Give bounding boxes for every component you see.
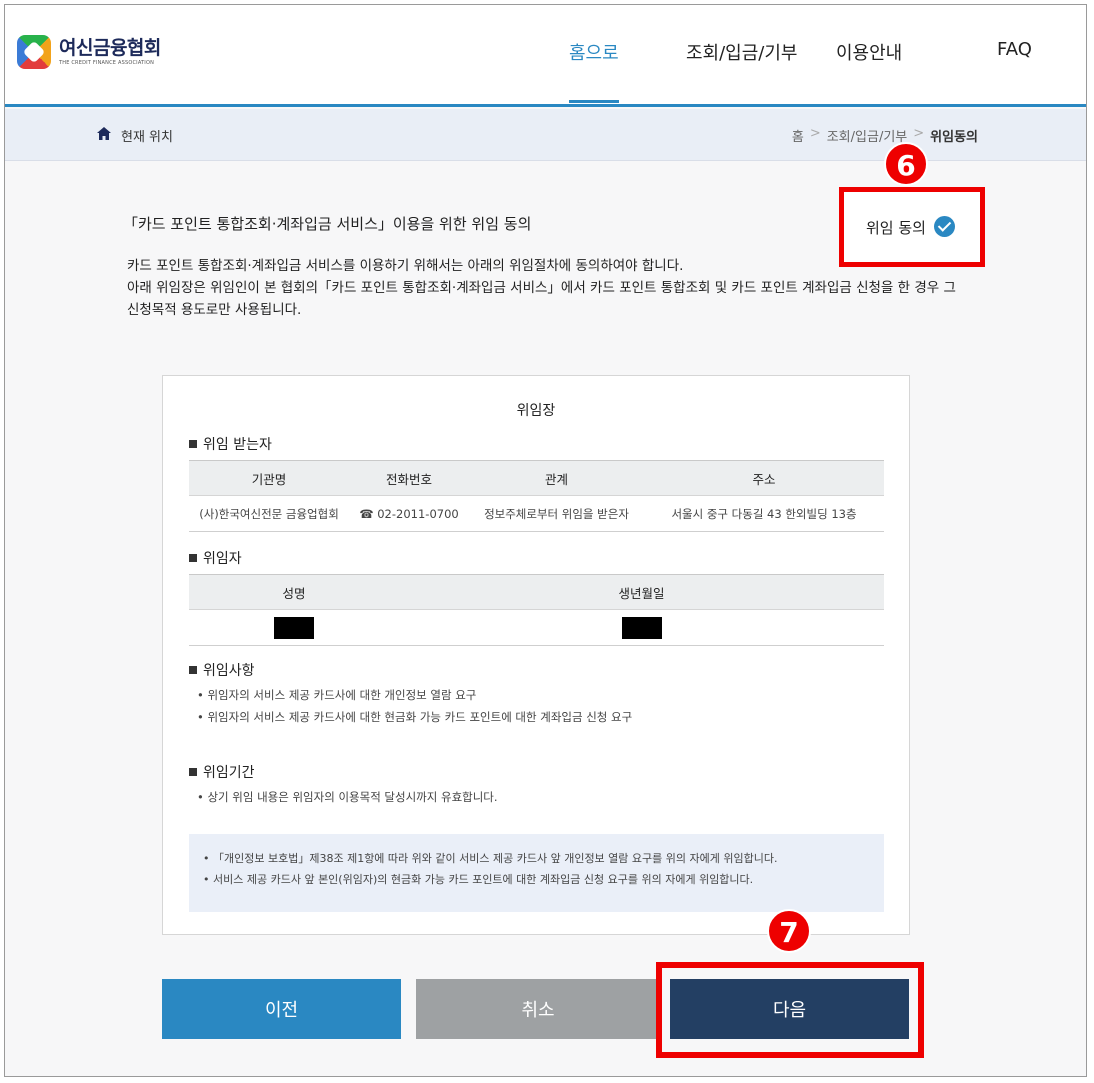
document-title: 위임장 [516,403,556,419]
matters-list: 위임자의 서비스 제공 카드사에 대한 개인정보 열람 요구 위임자의 서비스 … [197,684,632,728]
nav-active-indicator [569,100,619,103]
intro-desc-line-1: 카드 포인트 통합조회·계좌입금 서비스를 이용하기 위해서는 아래의 위임절차… [127,258,684,274]
table-cell: (사)한국여신전문 금융업협회 [189,495,349,532]
breadcrumb: 홈 > 조회/입금/기부 > 위임동의 [792,126,978,145]
period-list: 상기 위임 내용은 위임자의 이용목적 달성시까지 유효합니다. [197,786,497,808]
breadcrumb-current: 위임동의 [930,130,978,145]
list-item: 상기 위임 내용은 위임자의 이용목적 달성시까지 유효합니다. [197,786,497,808]
table-row: (사)한국여신전문 금융업협회 ☎ 02-2011-0700 정보주체로부터 위… [189,495,884,532]
logo-name-en: THE CREDIT FINANCE ASSOCIATION [59,60,155,66]
breadcrumb-lookup[interactable]: 조회/입금/기부 [827,126,908,145]
breadcrumb-home[interactable]: 홈 [792,126,804,145]
table-header: 전화번호 [349,460,469,496]
redaction-block [274,616,314,639]
site-logo[interactable]: 여신금융협회 THE CREDIT FINANCE ASSOCIATION [17,35,161,69]
table-header-row: 기관명 전화번호 관계 주소 [189,460,884,496]
table-header: 기관명 [189,460,349,496]
section-title-period: 위임기간 [189,762,255,782]
table-header: 성명 [189,574,399,610]
redaction-block [621,616,662,639]
list-item: 위임자의 서비스 제공 카드사에 대한 개인정보 열람 요구 [197,684,632,706]
next-button[interactable]: 다음 [670,979,909,1039]
nav-item-faq[interactable]: FAQ [997,39,1032,60]
breadcrumb-separator-icon: > [809,126,821,141]
recipient-table: 기관명 전화번호 관계 주소 (사)한국여신전문 금융업협회 ☎ 02-2011… [189,460,884,532]
table-cell: 서울시 중구 다동길 43 한외빌딩 13층 [644,495,884,532]
delegator-table: 성명 생년월일 [189,574,884,646]
section-title-delegator: 위임자 [189,548,242,568]
table-header: 주소 [644,460,884,496]
proxy-document: 위임장 위임 받는자 기관명 전화번호 관계 주소 (사)한국여신전문 금융업협… [162,375,910,935]
section-title-recipient: 위임 받는자 [189,434,272,454]
list-item: 서비스 제공 카드사 앞 본인(위임자)의 현금화 가능 카드 포인트에 대한 … [203,869,870,890]
logo-name-ko: 여신금융협회 [59,37,161,59]
breadcrumb-separator-icon: > [913,126,925,141]
table-row [189,609,884,646]
check-circle-icon[interactable] [934,216,955,237]
section-title-matters: 위임사항 [189,660,255,680]
logo-mark-icon [17,35,51,69]
nav-item-lookup[interactable]: 조회/입금/기부 [686,39,798,65]
current-location-label: 현재 위치 [121,130,173,145]
redacted-birthdate-cell [399,609,884,646]
nav-item-home[interactable]: 홈으로 [569,39,619,65]
table-header: 관계 [469,460,644,496]
table-cell: 정보주체로부터 위임을 받은자 [469,495,644,532]
app-window: 여신금융협회 THE CREDIT FINANCE ASSOCIATION 홈으… [4,4,1087,1077]
annotation-badge-7: 7 [767,909,811,953]
prev-button[interactable]: 이전 [162,979,401,1039]
table-cell: ☎ 02-2011-0700 [349,495,469,532]
legal-notice-box: 「개인정보 보호법」제38조 제1항에 따라 위와 같이 서비스 제공 카드사 … [189,834,884,912]
list-item: 위임자의 서비스 제공 카드사에 대한 현금화 가능 카드 포인트에 대한 계좌… [197,706,632,728]
list-item: 「개인정보 보호법」제38조 제1항에 따라 위와 같이 서비스 제공 카드사 … [203,848,870,869]
redacted-name-cell [189,609,399,646]
annotation-badge-6: 6 [884,142,928,186]
table-header: 생년월일 [399,574,884,610]
page-title: 「카드 포인트 통합조회·계좌입금 서비스」이용을 위한 위임 동의 [123,215,532,233]
table-header-row: 성명 생년월일 [189,574,884,610]
cancel-button[interactable]: 취소 [416,979,660,1039]
home-icon [97,127,111,140]
site-header: 여신금융협회 THE CREDIT FINANCE ASSOCIATION 홈으… [5,5,1086,107]
agree-label[interactable]: 위임 동의 [866,217,926,238]
nav-item-guide[interactable]: 이용안내 [836,39,902,65]
intro-description: 카드 포인트 통합조회·계좌입금 서비스를 이용하기 위해서는 아래의 위임절차… [127,255,957,321]
intro-desc-line-2: 아래 위임장은 위임인이 본 협회의「카드 포인트 통합조회·계좌입금 서비스」… [127,280,956,318]
